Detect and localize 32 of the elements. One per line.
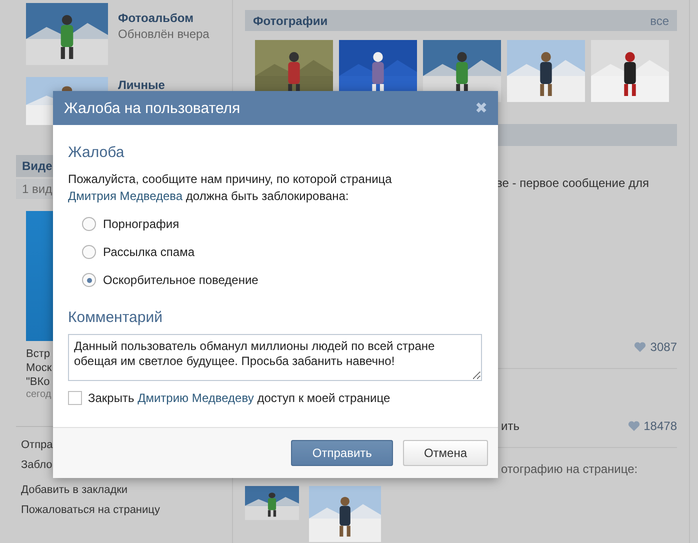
reason-label[interactable]: Рассылка спама [103,245,195,259]
reason-label[interactable]: Оскорбительное поведение [103,273,258,287]
likes-number: 18478 [644,419,677,433]
dialog-title: Жалоба на пользователя [64,100,240,116]
heart-icon [628,421,640,431]
photos-title[interactable]: Фотографии [253,14,328,28]
section-title: Комментарий [68,309,164,326]
send-button[interactable]: Отправить [291,440,393,466]
wall-post-link[interactable]: ить [501,419,520,433]
cancel-button[interactable]: Отмена [402,440,488,466]
section-title: Жалоба [68,144,126,161]
like-count[interactable]: 3087 [634,340,677,354]
user-link[interactable]: Дмитрию Медведеву [138,391,254,405]
like-count[interactable]: 18478 [628,419,677,433]
profile-action-link[interactable]: Забло [16,455,58,475]
comment-field[interactable]: Данный пользователь обманул миллионы людей по всей стране обещая им светлое будущее. Просьба забанить навечно! [68,334,482,381]
radio-button[interactable] [82,245,96,259]
wall-post-text: отографию на странице: [501,462,639,476]
radio-button[interactable] [82,217,96,231]
album-updated: Обновлён вчера [118,27,210,41]
reason-label[interactable]: Порнография [103,217,180,231]
likes-number: 3087 [650,340,677,354]
radio-button[interactable] [82,273,96,287]
video-caption[interactable]: Встр Моск "ВКо [26,347,52,389]
profile-action-link[interactable]: Пожаловаться на страницу [16,500,165,520]
heart-icon [634,342,646,352]
profile-action-link[interactable]: Добавить в закладки [16,480,133,500]
checkbox[interactable] [68,391,82,405]
video-date: сегод [26,389,52,400]
album-title[interactable]: Личные [118,78,165,92]
block-access-label[interactable]: Закрыть Дмитрию Медведеву доступ к моей странице [88,391,390,405]
album-title[interactable]: Фотоальбом [118,11,210,25]
